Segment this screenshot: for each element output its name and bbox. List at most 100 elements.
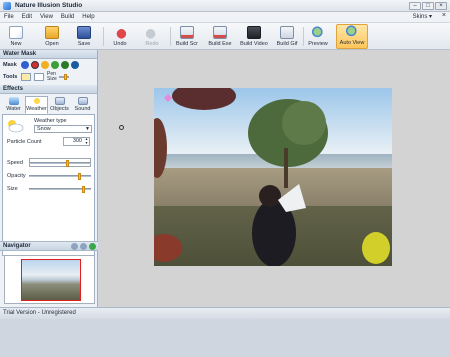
objects-icon xyxy=(54,97,65,105)
redo-label: Redo xyxy=(145,41,159,47)
tab-sound-label: Sound xyxy=(74,106,91,112)
particle-count-label: Particle Count xyxy=(7,139,42,145)
mask-brush-icon-teal[interactable] xyxy=(71,61,79,69)
water-icon xyxy=(8,97,19,105)
size-slider-knob[interactable] xyxy=(82,186,85,193)
size-slider[interactable] xyxy=(29,186,91,193)
undo-button[interactable]: Undo xyxy=(108,24,132,49)
opacity-slider-knob[interactable] xyxy=(78,173,81,180)
particle-count-value: 300 xyxy=(72,138,82,144)
tab-weather[interactable]: Weather xyxy=(25,96,48,114)
opacity-slider[interactable] xyxy=(29,173,91,180)
photo-preview[interactable] xyxy=(154,88,392,266)
build-exe-label: Build Exe xyxy=(208,41,232,47)
mask-brush-icon-red[interactable] xyxy=(31,61,39,69)
weather-panel: Weather type Snow ▼ Particle Count 300 ▲… xyxy=(2,115,95,256)
build-scr-button[interactable]: Build Scr xyxy=(173,24,201,49)
save-icon xyxy=(77,26,91,39)
save-label: Save xyxy=(77,41,91,47)
menu-build[interactable]: Build xyxy=(57,14,78,20)
status-text: Trial Version - Unregistered xyxy=(3,310,76,316)
build-exe-icon xyxy=(213,26,227,39)
particle-count-spinner[interactable]: ▲ ▼ xyxy=(84,137,89,145)
canvas-area[interactable] xyxy=(99,50,450,307)
build-exe-button[interactable]: Build Exe xyxy=(206,24,234,49)
particle-count-input[interactable]: 300 ▲ ▼ xyxy=(63,137,90,146)
folder-icon xyxy=(45,26,59,39)
open-label: Open xyxy=(45,41,59,47)
sound-icon xyxy=(77,97,88,105)
title-bar: Nature Illusion Studio – □ × xyxy=(0,0,450,12)
mask-row: Mask xyxy=(0,59,97,71)
zoom-out-icon[interactable] xyxy=(71,243,78,250)
build-gif-button[interactable]: Build Gif xyxy=(273,24,301,49)
cursor-icon xyxy=(119,125,124,130)
build-gif-icon xyxy=(280,26,294,39)
tab-sound[interactable]: Sound xyxy=(71,96,94,114)
toolbar-separator xyxy=(303,27,304,46)
menu-file[interactable]: File xyxy=(0,14,18,20)
pen-tool-icon[interactable] xyxy=(21,73,31,81)
tools-row: Tools Pen Size xyxy=(0,71,97,83)
weather-type-value: Snow xyxy=(37,126,51,132)
menu-help[interactable]: Help xyxy=(78,14,98,20)
navigator-zoom-controls xyxy=(71,243,96,250)
mask-brush-icon-blue[interactable] xyxy=(21,61,29,69)
save-button[interactable]: Save xyxy=(72,24,96,49)
app-icon xyxy=(3,1,11,10)
preview-icon xyxy=(311,26,325,39)
skins-menu[interactable]: Skins ▾ xyxy=(413,13,432,20)
menu-edit[interactable]: Edit xyxy=(18,14,36,20)
redo-button[interactable]: Redo xyxy=(140,24,164,49)
weather-type-select[interactable]: Snow ▼ xyxy=(34,125,92,133)
preview-button[interactable]: Preview xyxy=(306,24,330,49)
speed-slider[interactable] xyxy=(29,160,91,167)
build-video-button[interactable]: Build Video xyxy=(237,24,271,49)
opacity-label: Opacity xyxy=(7,173,26,179)
pen-size-slider[interactable] xyxy=(58,74,69,80)
navigator-title: Navigator xyxy=(3,243,31,249)
weather-type-label: Weather type xyxy=(34,118,67,124)
close-button[interactable]: × xyxy=(435,2,447,10)
toolbar-separator xyxy=(103,27,104,46)
tab-objects-label: Objects xyxy=(50,106,69,112)
chevron-down-icon: ▼ xyxy=(85,126,90,132)
zoom-in-icon[interactable] xyxy=(80,243,87,250)
menu-close-icon[interactable]: × xyxy=(442,12,446,19)
weather-icon xyxy=(31,97,42,105)
toolbar-separator xyxy=(170,27,171,46)
mask-brush-icon-darkgreen[interactable] xyxy=(61,61,69,69)
tab-water[interactable]: Water xyxy=(2,96,25,114)
tab-objects[interactable]: Objects xyxy=(48,96,71,114)
navigator-heading: Navigator xyxy=(0,241,98,251)
status-bar: Trial Version - Unregistered xyxy=(0,307,450,319)
eraser-tool-icon[interactable] xyxy=(34,73,44,81)
tools-label: Tools xyxy=(3,74,18,80)
new-label: New xyxy=(10,41,22,47)
effects-tabs: Water Weather Objects Sound xyxy=(2,96,95,115)
new-button[interactable]: New xyxy=(4,24,28,49)
mask-brush-icon-green[interactable] xyxy=(51,61,59,69)
speed-slider-knob[interactable] xyxy=(66,160,69,167)
navigator-view-frame[interactable] xyxy=(21,259,81,301)
pen-size-knob[interactable] xyxy=(63,74,67,80)
auto-view-icon xyxy=(345,25,359,38)
build-scr-label: Build Scr xyxy=(175,41,198,47)
redo-icon xyxy=(145,26,159,39)
toolbar: New Open Save Undo Redo Build Scr Build … xyxy=(0,23,450,50)
open-button[interactable]: Open xyxy=(40,24,64,49)
speed-label: Speed xyxy=(7,160,23,166)
photo-image xyxy=(154,88,392,266)
mask-brush-icon-orange[interactable] xyxy=(41,61,49,69)
minimize-button[interactable]: – xyxy=(409,2,421,10)
build-gif-label: Build Gif xyxy=(276,41,298,47)
auto-view-button[interactable]: Auto View xyxy=(336,24,368,49)
auto-view-label: Auto View xyxy=(339,40,365,46)
navigator-thumbnail[interactable] xyxy=(4,255,95,304)
maximize-button[interactable]: □ xyxy=(422,2,434,10)
menu-view[interactable]: View xyxy=(36,14,57,20)
tab-water-label: Water xyxy=(6,106,21,112)
zoom-fit-icon[interactable] xyxy=(89,243,96,250)
preview-label: Preview xyxy=(308,41,328,47)
navigator-panel: Navigator xyxy=(0,241,98,357)
